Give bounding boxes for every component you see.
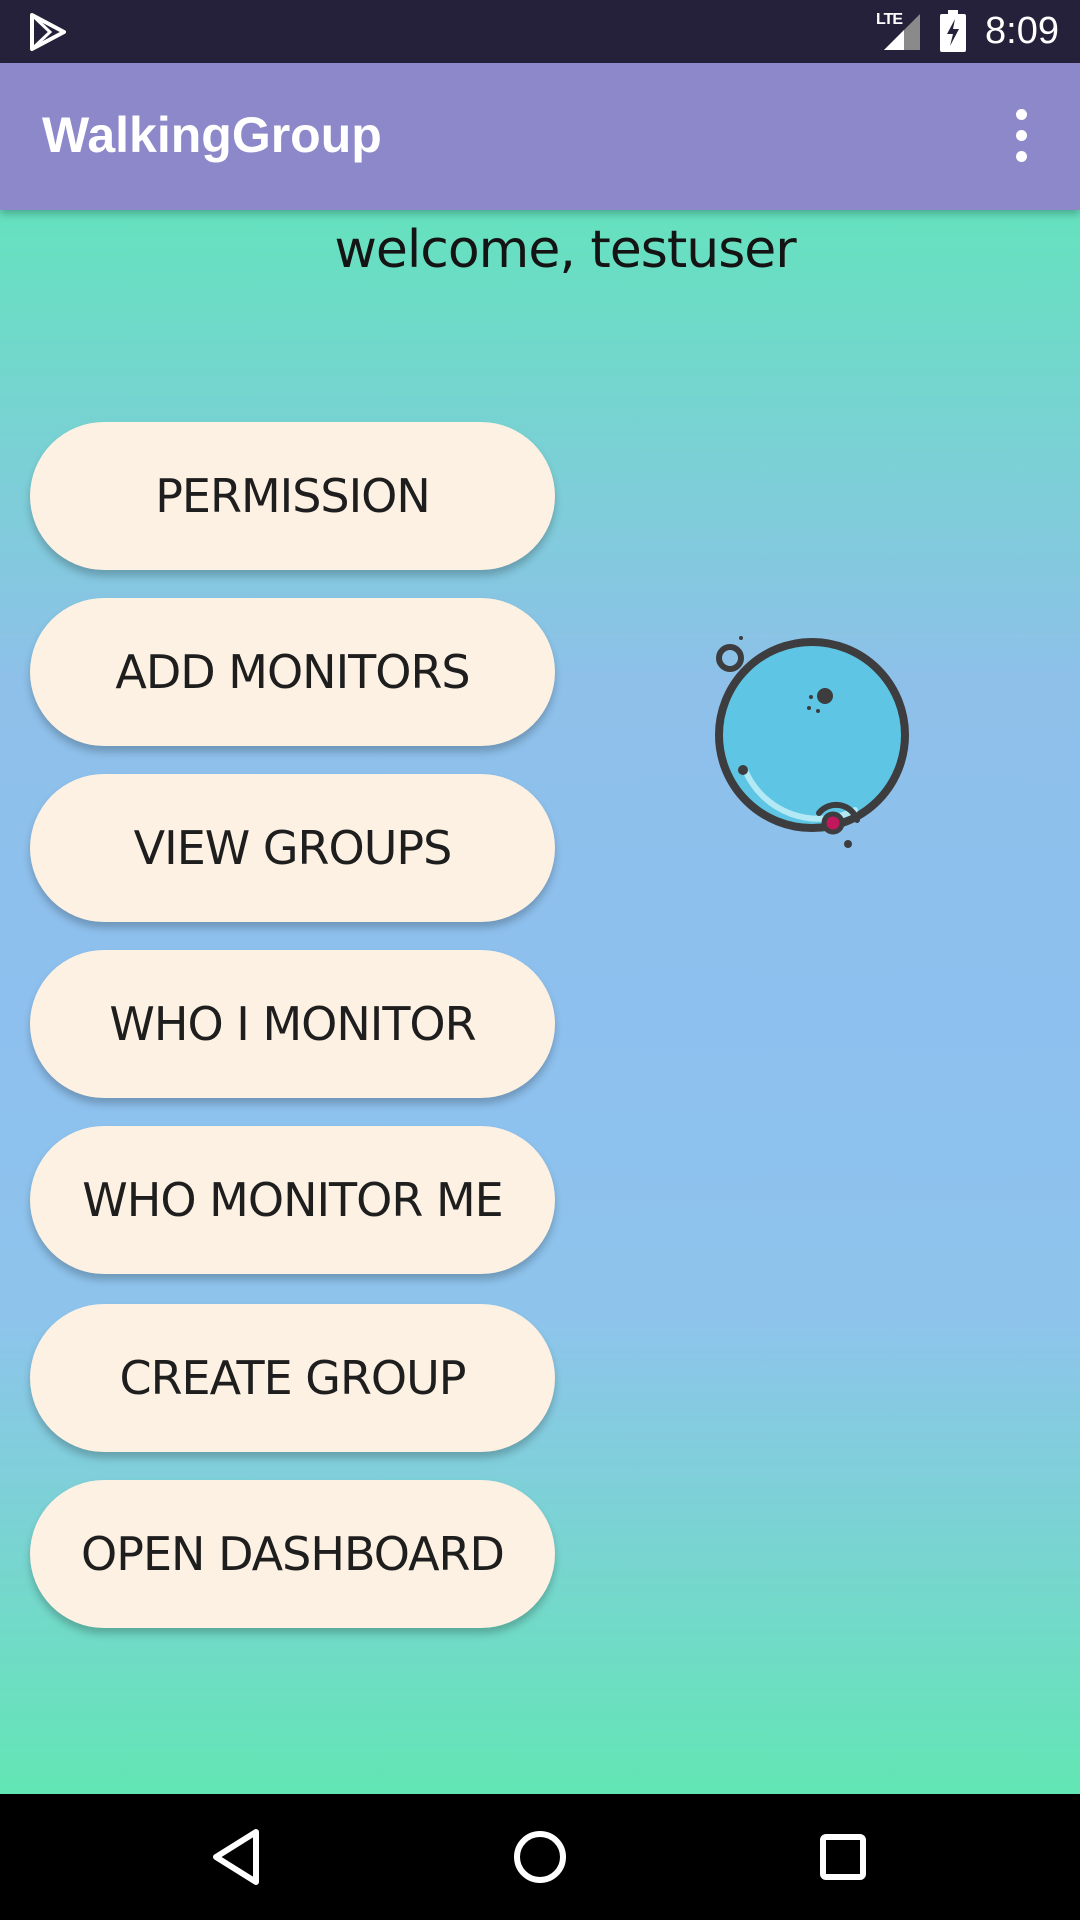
create-group-button[interactable]: CREATE GROUP [30,1304,555,1452]
overflow-dot [1016,151,1027,162]
home-icon[interactable] [507,1824,573,1890]
more-vert-icon[interactable] [1000,103,1044,167]
overflow-dot [1016,130,1027,141]
app-screen: LTE 8:09 WalkingGroup welcome, testuser … [0,0,1080,1920]
recents-icon[interactable] [810,1824,876,1890]
overflow-dot [1016,109,1027,120]
app-title: WalkingGroup [42,107,382,163]
status-bar: LTE 8:09 [0,0,1080,63]
bubble-icon [715,636,909,848]
main-content: welcome, testuser PERMISSION ADD MONITOR… [0,210,1080,1794]
who-monitor-me-button[interactable]: WHO MONITOR ME [30,1126,555,1274]
add-monitors-button[interactable]: ADD MONITORS [30,598,555,746]
play-store-icon [30,13,66,51]
view-groups-button[interactable]: VIEW GROUPS [30,774,555,922]
signal-icon [884,14,920,50]
app-bar: WalkingGroup [0,63,1080,210]
open-dashboard-button[interactable]: OPEN DASHBOARD [30,1480,555,1628]
who-i-monitor-button[interactable]: WHO I MONITOR [30,950,555,1098]
battery-charging-icon [940,10,966,52]
navigation-bar [0,1794,1080,1920]
back-icon[interactable] [206,1824,272,1890]
permission-button[interactable]: PERMISSION [30,422,555,570]
welcome-text: welcome, testuser [334,220,796,280]
clock: 8:09 [985,10,1059,52]
